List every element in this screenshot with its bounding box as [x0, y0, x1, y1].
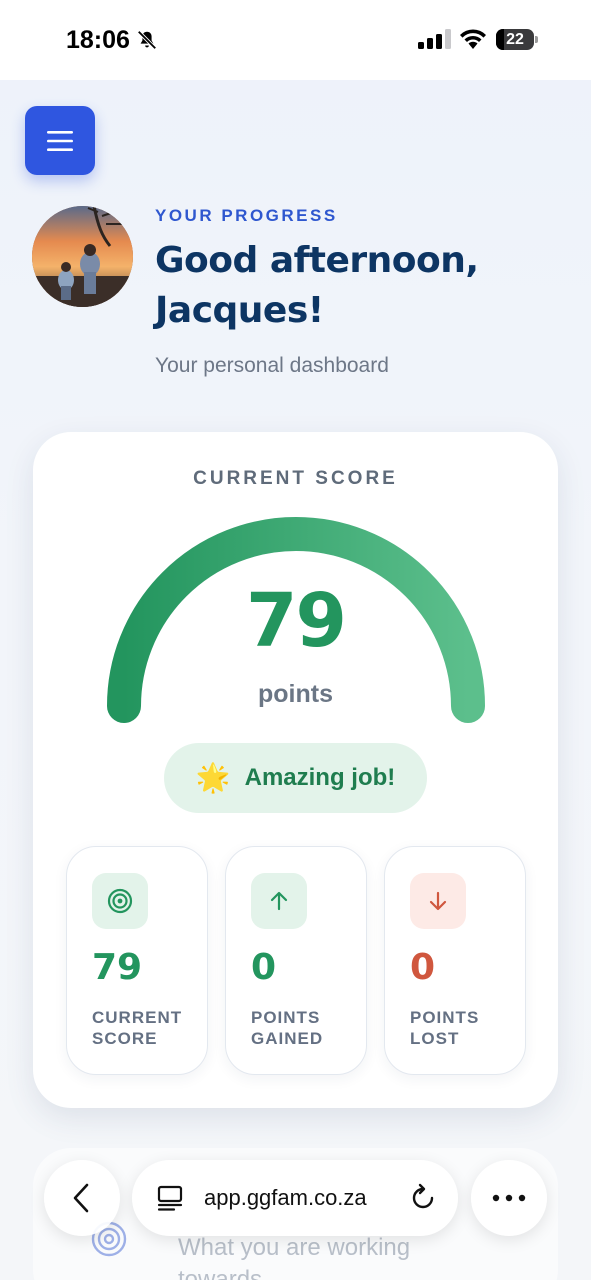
battery-fill: [496, 29, 505, 50]
score-value: 79: [246, 578, 347, 664]
stat-label-line: LOST: [410, 1029, 460, 1048]
eyebrow-label: YOUR PROGRESS: [155, 206, 338, 225]
stat-value: 0: [251, 947, 277, 988]
star-icon: 🌟: [195, 761, 231, 794]
stat-label-line: SCORE: [92, 1029, 158, 1048]
arrow-down-icon: [410, 873, 466, 929]
stat-label: CURRENT SCORE: [92, 1007, 202, 1049]
stat-value: 79: [92, 947, 143, 988]
stat-tile-current-score: 79 CURRENT SCORE: [66, 846, 208, 1075]
more-icon: [492, 1194, 526, 1202]
hamburger-icon: [47, 130, 73, 151]
stat-label: POINTS GAINED: [251, 1007, 361, 1049]
reload-icon[interactable]: [408, 1183, 438, 1213]
page-subtitle: Your personal dashboard: [155, 354, 389, 377]
target-icon: [92, 873, 148, 929]
badge-label: Amazing job!: [244, 764, 396, 791]
greeting-line: Good afternoon,: [155, 240, 479, 281]
url-text: app.ggfam.co.za: [204, 1185, 367, 1210]
greeting-name: Jacques!: [155, 290, 324, 331]
score-card-label: CURRENT SCORE: [193, 468, 398, 489]
avatar: [32, 206, 133, 307]
status-time: 18:06: [66, 26, 130, 54]
stat-label: POINTS LOST: [410, 1007, 520, 1049]
goal-card-text: What you are working towards: [178, 1234, 411, 1280]
avatar-photo: [32, 206, 133, 307]
stat-label-line: GAINED: [251, 1029, 324, 1048]
status-badge: 🌟 Amazing job!: [164, 743, 427, 813]
menu-button[interactable]: [25, 106, 95, 175]
arrow-up-icon: [251, 873, 307, 929]
battery-level: 22: [506, 30, 524, 48]
stat-label-line: POINTS: [251, 1008, 321, 1027]
score-unit: points: [258, 680, 333, 708]
wifi-icon: [460, 29, 486, 49]
page-title: Good afternoon, Jacques!: [155, 236, 575, 336]
address-bar[interactable]: app.ggfam.co.za: [132, 1160, 458, 1236]
battery-icon: 22: [496, 29, 534, 50]
stat-tile-points-gained: 0 POINTS GAINED: [225, 846, 367, 1075]
chevron-left-icon: [73, 1183, 89, 1213]
battery-nub: [535, 36, 538, 43]
signal-icon: [418, 29, 451, 49]
more-button[interactable]: [471, 1160, 547, 1236]
status-bar: 18:06 22: [0, 0, 591, 80]
stat-value: 0: [410, 947, 436, 988]
tab-icon: [157, 1185, 183, 1211]
stat-label-line: CURRENT: [92, 1008, 183, 1027]
bell-off-icon: [137, 30, 157, 50]
stat-label-line: POINTS: [410, 1008, 480, 1027]
stat-tile-points-lost: 0 POINTS LOST: [384, 846, 526, 1075]
back-button[interactable]: [44, 1160, 120, 1236]
